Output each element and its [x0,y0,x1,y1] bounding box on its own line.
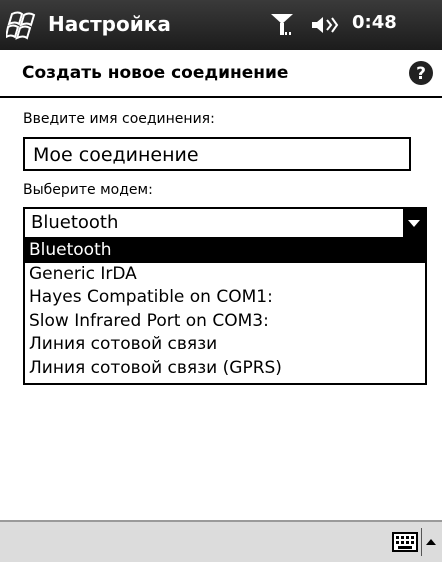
start-logo-icon[interactable] [6,8,40,42]
page-header: Создать новое соединение ? [0,50,442,98]
modem-option[interactable]: Линия сотовой связи [25,333,425,357]
keyboard-icon[interactable] [392,532,418,552]
modem-label: Выберите модем: [23,182,153,198]
clock[interactable]: 0:48 [352,12,397,33]
page-title: Создать новое соединение [22,63,289,83]
modem-option[interactable]: Bluetooth [25,239,425,263]
app-title[interactable]: Настройка [48,12,171,36]
modem-dropdown-list: Bluetooth Generic IrDA Hayes Compatible … [23,239,427,385]
modem-option[interactable]: Slow Infrared Port on COM3: [25,310,425,334]
help-icon[interactable]: ? [408,60,434,86]
modem-option[interactable]: Линия сотовой связи (GPRS) [25,357,425,381]
menu-bar [0,520,442,562]
svg-text:?: ? [416,64,426,84]
chevron-down-icon[interactable] [403,209,425,237]
signal-icon[interactable] [268,12,296,38]
modem-option[interactable]: Generic IrDA [25,263,425,287]
modem-select[interactable]: Bluetooth [23,207,427,239]
sip-arrow-icon[interactable] [426,534,436,550]
modem-select-value: Bluetooth [31,212,119,233]
modem-option[interactable]: Hayes Compatible on COM1: [25,286,425,310]
title-bar: Настройка 0:48 [0,0,442,50]
volume-icon[interactable] [310,14,340,36]
connection-name-input[interactable]: Мое соединение [23,137,411,171]
sip-divider [421,528,422,556]
connection-name-label: Введите имя соединения: [23,111,215,127]
